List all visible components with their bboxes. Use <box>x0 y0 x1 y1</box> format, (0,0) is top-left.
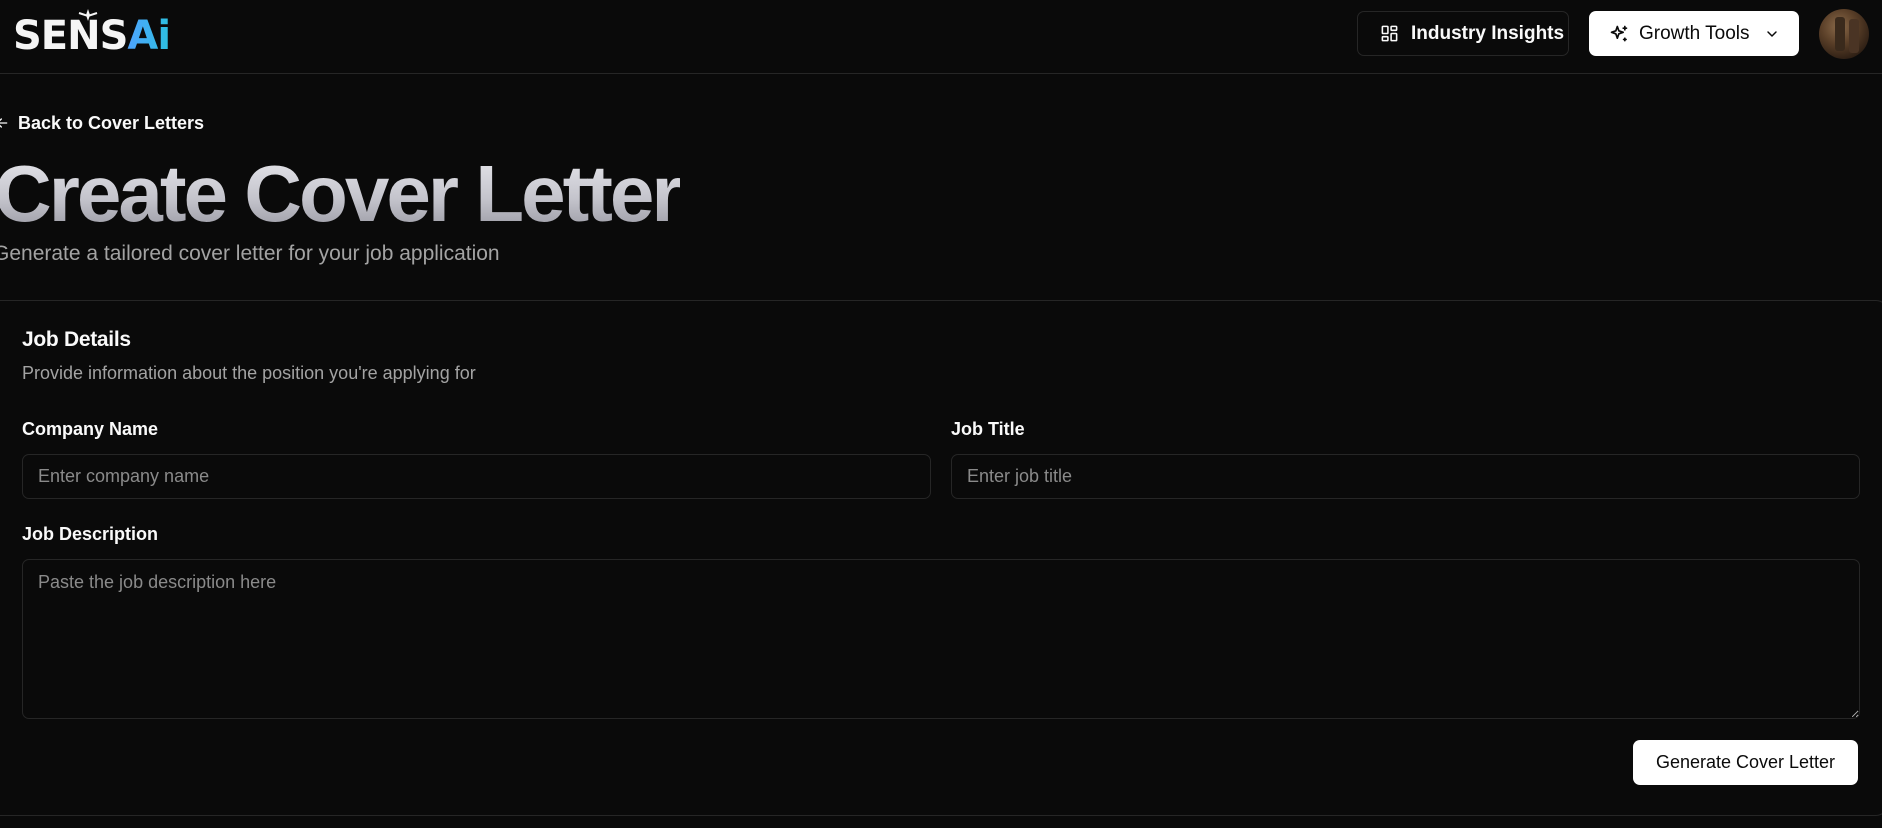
chevron-down-icon <box>1766 30 1777 37</box>
job-description-textarea[interactable] <box>22 559 1860 719</box>
generate-cover-letter-button[interactable]: Generate Cover Letter <box>1633 740 1858 785</box>
industry-insights-button[interactable]: Industry Insights <box>1357 11 1569 56</box>
company-name-input[interactable] <box>22 454 931 499</box>
page-subtitle: Generate a tailored cover letter for you… <box>0 242 500 265</box>
back-to-cover-letters-link[interactable]: Back to Cover Letters <box>0 110 204 136</box>
sparkles-icon <box>1610 25 1628 42</box>
arrow-left-icon <box>0 118 8 128</box>
top-navbar: SENSAi Industry Insights Growth Tools <box>0 0 1882 74</box>
company-name-label: Company Name <box>22 419 159 439</box>
job-details-card: Job Details Provide information about th… <box>0 300 1882 816</box>
layout-dashboard-icon <box>1381 25 1398 42</box>
user-avatar[interactable] <box>1819 9 1869 59</box>
job-title-input[interactable] <box>951 454 1860 499</box>
industry-insights-label: Industry Insights <box>1411 22 1565 44</box>
card-description: Provide information about the position y… <box>22 363 476 383</box>
logo-spark-icon <box>78 9 98 21</box>
job-description-label: Job Description <box>22 524 159 544</box>
job-title-label: Job Title <box>951 419 1025 439</box>
back-link-label: Back to Cover Letters <box>18 112 205 133</box>
growth-tools-dropdown-button[interactable]: Growth Tools <box>1589 11 1799 56</box>
growth-tools-label: Growth Tools <box>1639 22 1750 44</box>
sensai-logo[interactable]: SENSAi <box>13 9 171 60</box>
card-title: Job Details <box>22 328 131 351</box>
page-title: Create Cover Letter <box>0 148 682 240</box>
